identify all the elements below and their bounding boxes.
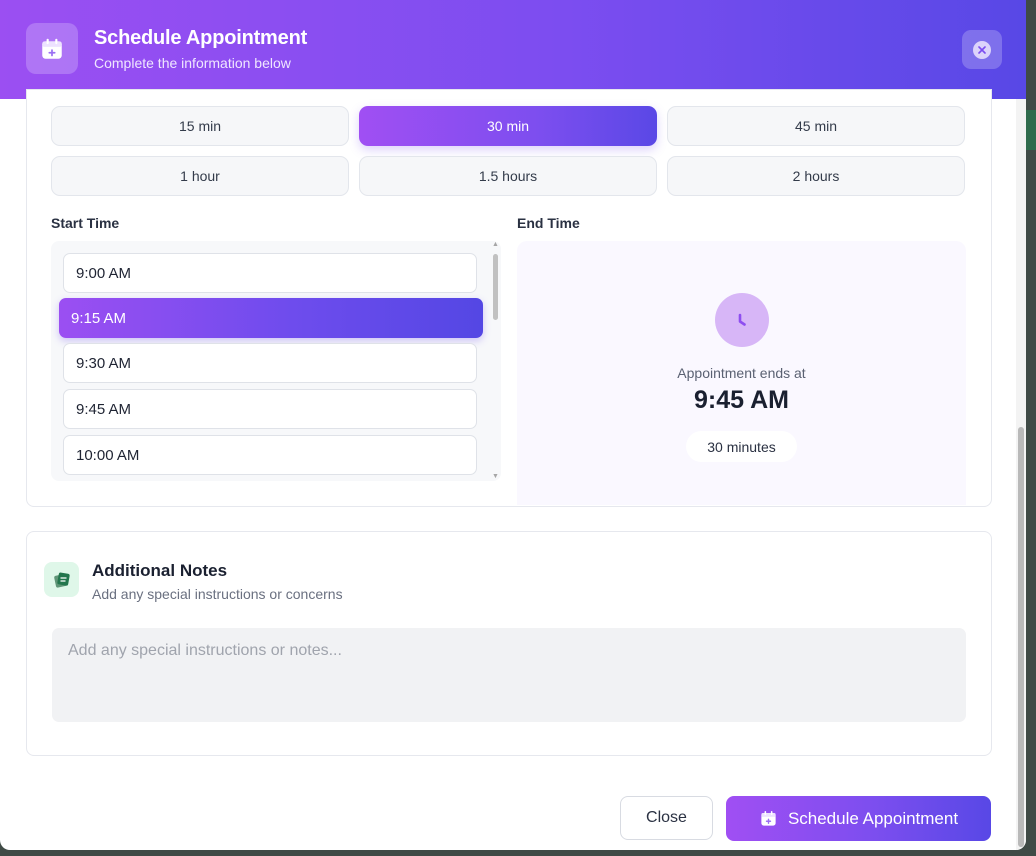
scroll-down-arrow-icon[interactable]: ▼ — [492, 473, 499, 480]
modal-header: Schedule Appointment Complete the inform… — [0, 0, 1026, 99]
duration-option-30-min[interactable]: 30 min — [359, 106, 657, 146]
duration-pill: 30 minutes — [686, 431, 797, 462]
schedule-appointment-label: Schedule Appointment — [787, 808, 959, 828]
time-slot[interactable]: 10:00 AM — [63, 435, 477, 475]
close-button[interactable]: Close — [620, 796, 713, 840]
duration-option-45-min[interactable]: 45 min — [667, 106, 965, 146]
time-slot[interactable]: 9:30 AM — [63, 343, 477, 383]
additional-notes-card: Additional Notes Add any special instruc… — [26, 531, 992, 756]
duration-option-1-hour[interactable]: 1 hour — [51, 156, 349, 196]
modal-scrollbar-thumb[interactable] — [1018, 427, 1024, 847]
close-modal-button[interactable] — [962, 30, 1002, 69]
end-time-panel: Appointment ends at 9:45 AM 30 minutes — [517, 241, 966, 505]
duration-option-15-min[interactable]: 15 min — [51, 106, 349, 146]
notes-textarea[interactable] — [52, 628, 966, 722]
calendar-plus-icon — [26, 23, 78, 74]
notes-subtitle: Add any special instructions or concerns — [92, 586, 343, 602]
start-time-label: Start Time — [51, 215, 120, 231]
modal-body: 15 min 30 min 45 min 1 hour 1.5 hours 2 … — [0, 89, 1016, 850]
duration-option-1-5-hours[interactable]: 1.5 hours — [359, 156, 657, 196]
scrollbar-thumb[interactable] — [493, 254, 498, 320]
scroll-up-arrow-icon[interactable]: ▲ — [492, 241, 499, 248]
close-icon — [973, 40, 991, 59]
time-slot[interactable]: 9:00 AM — [63, 253, 477, 293]
notes-icon — [44, 562, 79, 597]
modal-subtitle: Complete the information below — [94, 55, 291, 71]
appointment-ends-label: Appointment ends at — [677, 365, 806, 381]
end-time-value: 9:45 AM — [694, 386, 789, 414]
clock-icon — [715, 293, 769, 347]
start-time-list[interactable]: 9:00 AM 9:15 AM 9:30 AM 9:45 AM 10:00 AM — [51, 241, 501, 481]
time-list-scrollbar[interactable]: ▲ ▼ — [492, 241, 499, 480]
duration-option-2-hours[interactable]: 2 hours — [667, 156, 965, 196]
time-slot-selected[interactable]: 9:15 AM — [59, 298, 483, 338]
schedule-appointment-modal: Schedule Appointment Complete the inform… — [0, 0, 1026, 850]
calendar-plus-icon — [759, 809, 778, 828]
time-slot[interactable]: 9:45 AM — [63, 389, 477, 429]
modal-title: Schedule Appointment — [94, 27, 308, 49]
end-time-label: End Time — [517, 215, 580, 231]
notes-title: Additional Notes — [92, 561, 228, 580]
modal-scrollbar[interactable] — [1016, 99, 1026, 850]
schedule-appointment-button[interactable]: Schedule Appointment — [726, 796, 991, 841]
